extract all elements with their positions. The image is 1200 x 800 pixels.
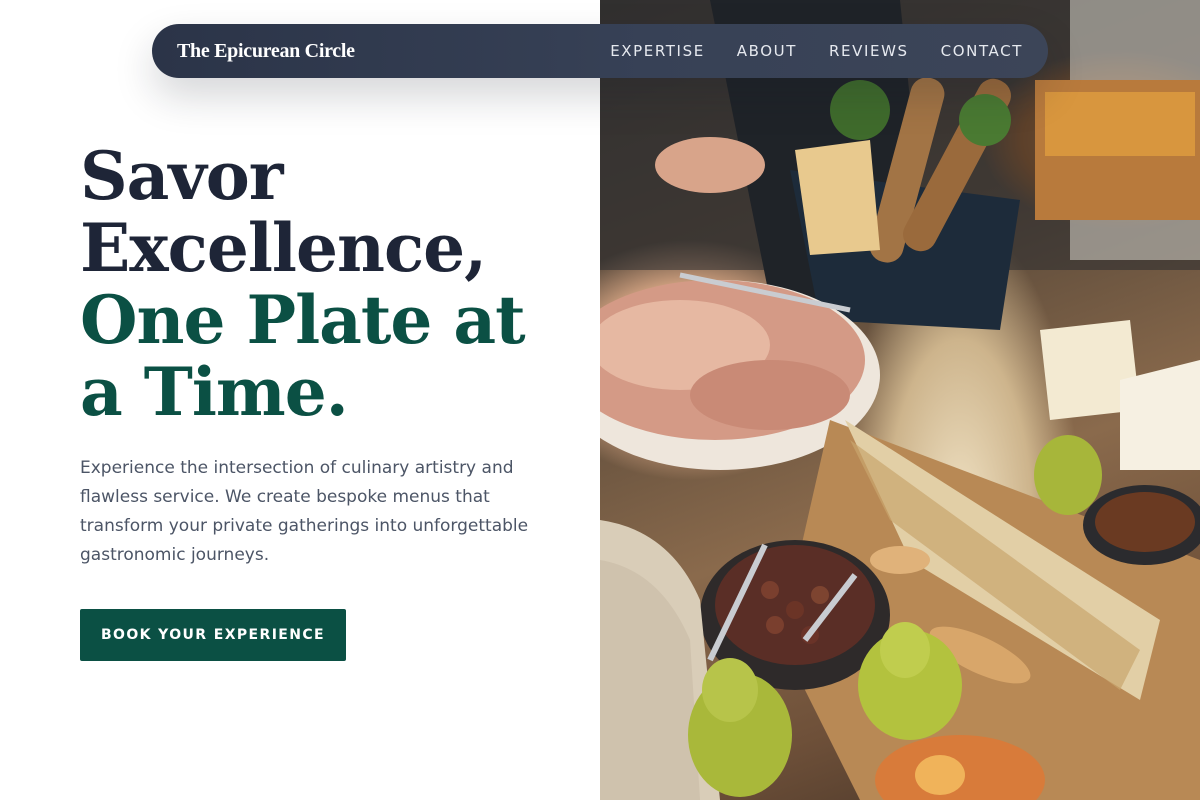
headline-line-3: One Plate at [80, 281, 526, 359]
nav-links: EXPERTISE ABOUT REVIEWS CONTACT [610, 42, 1023, 60]
nav-link-expertise[interactable]: EXPERTISE [610, 42, 705, 60]
hero-headline: Savor Excellence, One Plate at a Time. [80, 140, 580, 428]
book-experience-button[interactable]: BOOK YOUR EXPERIENCE [80, 609, 346, 661]
nav-link-about[interactable]: ABOUT [737, 42, 797, 60]
hero-description: Experience the intersection of culinary … [80, 458, 529, 565]
brand-logo[interactable]: The Epicurean Circle [177, 40, 355, 63]
headline-line-1: Savor [80, 137, 284, 215]
headline-line-4: a Time. [80, 353, 349, 431]
nav-link-reviews[interactable]: REVIEWS [829, 42, 909, 60]
top-navbar: The Epicurean Circle EXPERTISE ABOUT REV… [152, 24, 1048, 78]
nav-link-contact[interactable]: CONTACT [941, 42, 1023, 60]
catering-spread-illustration [600, 0, 1200, 800]
headline-line-2: Excellence, [80, 209, 487, 287]
hero-section: Savor Excellence, One Plate at a Time. E… [80, 140, 580, 570]
hero-food-photo [600, 0, 1200, 800]
